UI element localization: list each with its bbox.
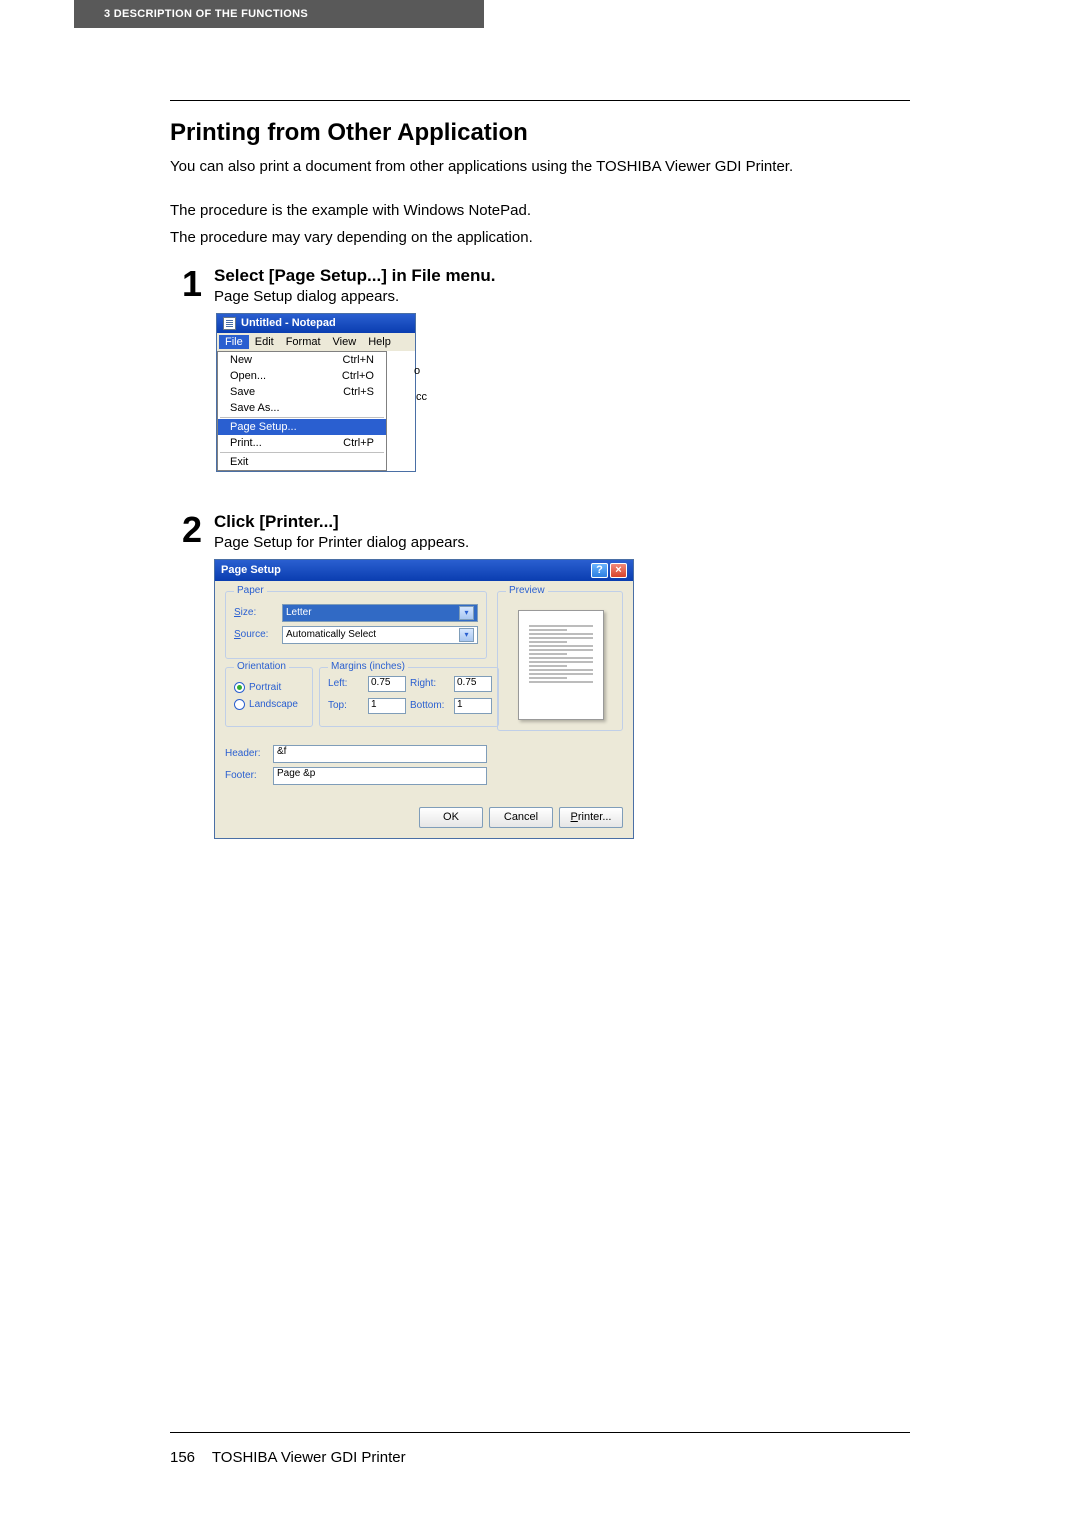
- intro-2: The procedure is the example with Window…: [170, 201, 910, 221]
- bottom-input[interactable]: 1: [454, 698, 492, 714]
- file-menu-save-accel: Ctrl+S: [343, 386, 374, 398]
- footer-input[interactable]: Page &p: [273, 767, 487, 785]
- clipped-text-o: o: [414, 365, 420, 377]
- file-menu-saveas-label: Save As...: [230, 402, 280, 414]
- file-menu-save[interactable]: Save Ctrl+S: [218, 384, 386, 400]
- orientation-legend: Orientation: [234, 661, 289, 672]
- menu-divider-1: [220, 417, 384, 418]
- right-label: Right:: [410, 678, 450, 689]
- footer-product: TOSHIBA Viewer GDI Printer: [212, 1449, 406, 1466]
- file-menu-new[interactable]: New Ctrl+N: [218, 352, 386, 368]
- chapter-text: 3 DESCRIPTION OF THE FUNCTIONS: [104, 8, 308, 20]
- menu-format[interactable]: Format: [280, 335, 327, 349]
- size-value: Letter: [286, 607, 312, 618]
- file-menu-open-accel: Ctrl+O: [342, 370, 374, 382]
- file-menu-pagesetup[interactable]: Page Setup...: [218, 419, 386, 435]
- margins-legend: Margins (inches): [328, 661, 408, 672]
- step-number-2: 2: [170, 512, 214, 548]
- notepad-titlebar: Untitled - Notepad: [217, 314, 415, 333]
- paper-fieldset: Paper SiSize:ze: Letter ▾ Source: Automa: [225, 591, 487, 659]
- file-menu-print-label: Print...: [230, 437, 262, 449]
- radio-landscape[interactable]: Landscape: [234, 699, 304, 710]
- file-menu-print-accel: Ctrl+P: [343, 437, 374, 449]
- header-input[interactable]: &f: [273, 745, 487, 763]
- dialog-button-row: OK Cancel Printer...: [215, 799, 633, 838]
- header-label: Header:: [225, 748, 273, 759]
- chevron-down-icon[interactable]: ▾: [459, 606, 474, 620]
- page-number: 156: [170, 1449, 208, 1466]
- menu-view[interactable]: View: [327, 335, 363, 349]
- file-menu-pagesetup-label: Page Setup...: [230, 421, 297, 433]
- step-2-sub: Page Setup for Printer dialog appears.: [214, 534, 910, 551]
- radio-portrait[interactable]: Portrait: [234, 682, 304, 693]
- source-value: Automatically Select: [286, 629, 376, 640]
- step-1-title: Select [Page Setup...] in File menu.: [214, 266, 910, 286]
- notepad-menubar[interactable]: File Edit Format View Help: [217, 333, 415, 351]
- menu-help[interactable]: Help: [362, 335, 397, 349]
- pagesetup-title: Page Setup: [221, 564, 281, 576]
- landscape-label: Landscape: [249, 699, 298, 710]
- source-label: Source:: [234, 629, 282, 640]
- help-icon[interactable]: ?: [591, 563, 608, 578]
- chapter-header: 3 DESCRIPTION OF THE FUNCTIONS: [74, 0, 484, 28]
- step-1: 1 Select [Page Setup...] in File menu. P…: [170, 266, 910, 472]
- radio-icon: [234, 699, 245, 710]
- size-label: SiSize:ze:: [234, 607, 282, 618]
- notepad-window: Untitled - Notepad File Edit Format View…: [216, 313, 416, 472]
- source-select[interactable]: Automatically Select ▾: [282, 626, 478, 644]
- right-input[interactable]: 0.75: [454, 676, 492, 692]
- menu-edit[interactable]: Edit: [249, 335, 280, 349]
- intro-1: You can also print a document from other…: [170, 157, 910, 177]
- file-menu-exit-label: Exit: [230, 456, 248, 468]
- margins-fieldset: Margins (inches) Left: 0.75 Right: 0.75 …: [319, 667, 499, 727]
- notepad-title: Untitled - Notepad: [241, 317, 336, 329]
- portrait-label: Portrait: [249, 682, 281, 693]
- radio-icon: [234, 682, 245, 693]
- footer-label: Footer:: [225, 770, 273, 781]
- ok-button[interactable]: OK: [419, 807, 483, 828]
- preview-legend: Preview: [506, 585, 548, 596]
- preview-page: [518, 610, 604, 720]
- file-menu-exit[interactable]: Exit: [218, 454, 386, 470]
- top-input[interactable]: 1: [368, 698, 406, 714]
- page-setup-dialog: Page Setup ? × Preview: [214, 559, 634, 839]
- menu-divider-2: [220, 452, 384, 453]
- file-menu-print[interactable]: Print... Ctrl+P: [218, 435, 386, 451]
- step-2-title: Click [Printer...]: [214, 512, 910, 532]
- file-menu-dropdown: New Ctrl+N Open... Ctrl+O Save Ctrl+S: [217, 351, 387, 471]
- close-icon[interactable]: ×: [610, 563, 627, 578]
- file-menu-open-label: Open...: [230, 370, 266, 382]
- printer-button[interactable]: Printer...: [559, 807, 623, 828]
- file-menu-open[interactable]: Open... Ctrl+O: [218, 368, 386, 384]
- top-label: Top:: [328, 700, 364, 711]
- step-1-sub: Page Setup dialog appears.: [214, 288, 910, 305]
- file-menu-saveas[interactable]: Save As...: [218, 400, 386, 416]
- pagesetup-titlebar: Page Setup ? ×: [215, 560, 633, 581]
- paper-legend: Paper: [234, 585, 267, 596]
- file-menu-new-label: New: [230, 354, 252, 366]
- file-menu-save-label: Save: [230, 386, 255, 398]
- step-2: 2 Click [Printer...] Page Setup for Prin…: [170, 512, 910, 839]
- file-menu-new-accel: Ctrl+N: [343, 354, 374, 366]
- step-number-1: 1: [170, 266, 214, 302]
- section-title: Printing from Other Application: [170, 119, 910, 147]
- intro-3: The procedure may vary depending on the …: [170, 228, 910, 248]
- footer: 156 TOSHIBA Viewer GDI Printer: [170, 1432, 910, 1466]
- orientation-fieldset: Orientation Portrait Landscape: [225, 667, 313, 727]
- cancel-button[interactable]: Cancel: [489, 807, 553, 828]
- clipped-text-cc: cc: [416, 391, 427, 403]
- notepad-app-icon: [223, 317, 236, 330]
- chevron-down-icon[interactable]: ▾: [459, 628, 474, 642]
- left-input[interactable]: 0.75: [368, 676, 406, 692]
- divider-top: [170, 100, 910, 101]
- size-select[interactable]: Letter ▾: [282, 604, 478, 622]
- menu-file[interactable]: File: [219, 335, 249, 349]
- left-label: Left:: [328, 678, 364, 689]
- bottom-label: Bottom:: [410, 700, 450, 711]
- main-content: Printing from Other Application You can …: [170, 100, 910, 839]
- preview-box: Preview: [497, 591, 623, 731]
